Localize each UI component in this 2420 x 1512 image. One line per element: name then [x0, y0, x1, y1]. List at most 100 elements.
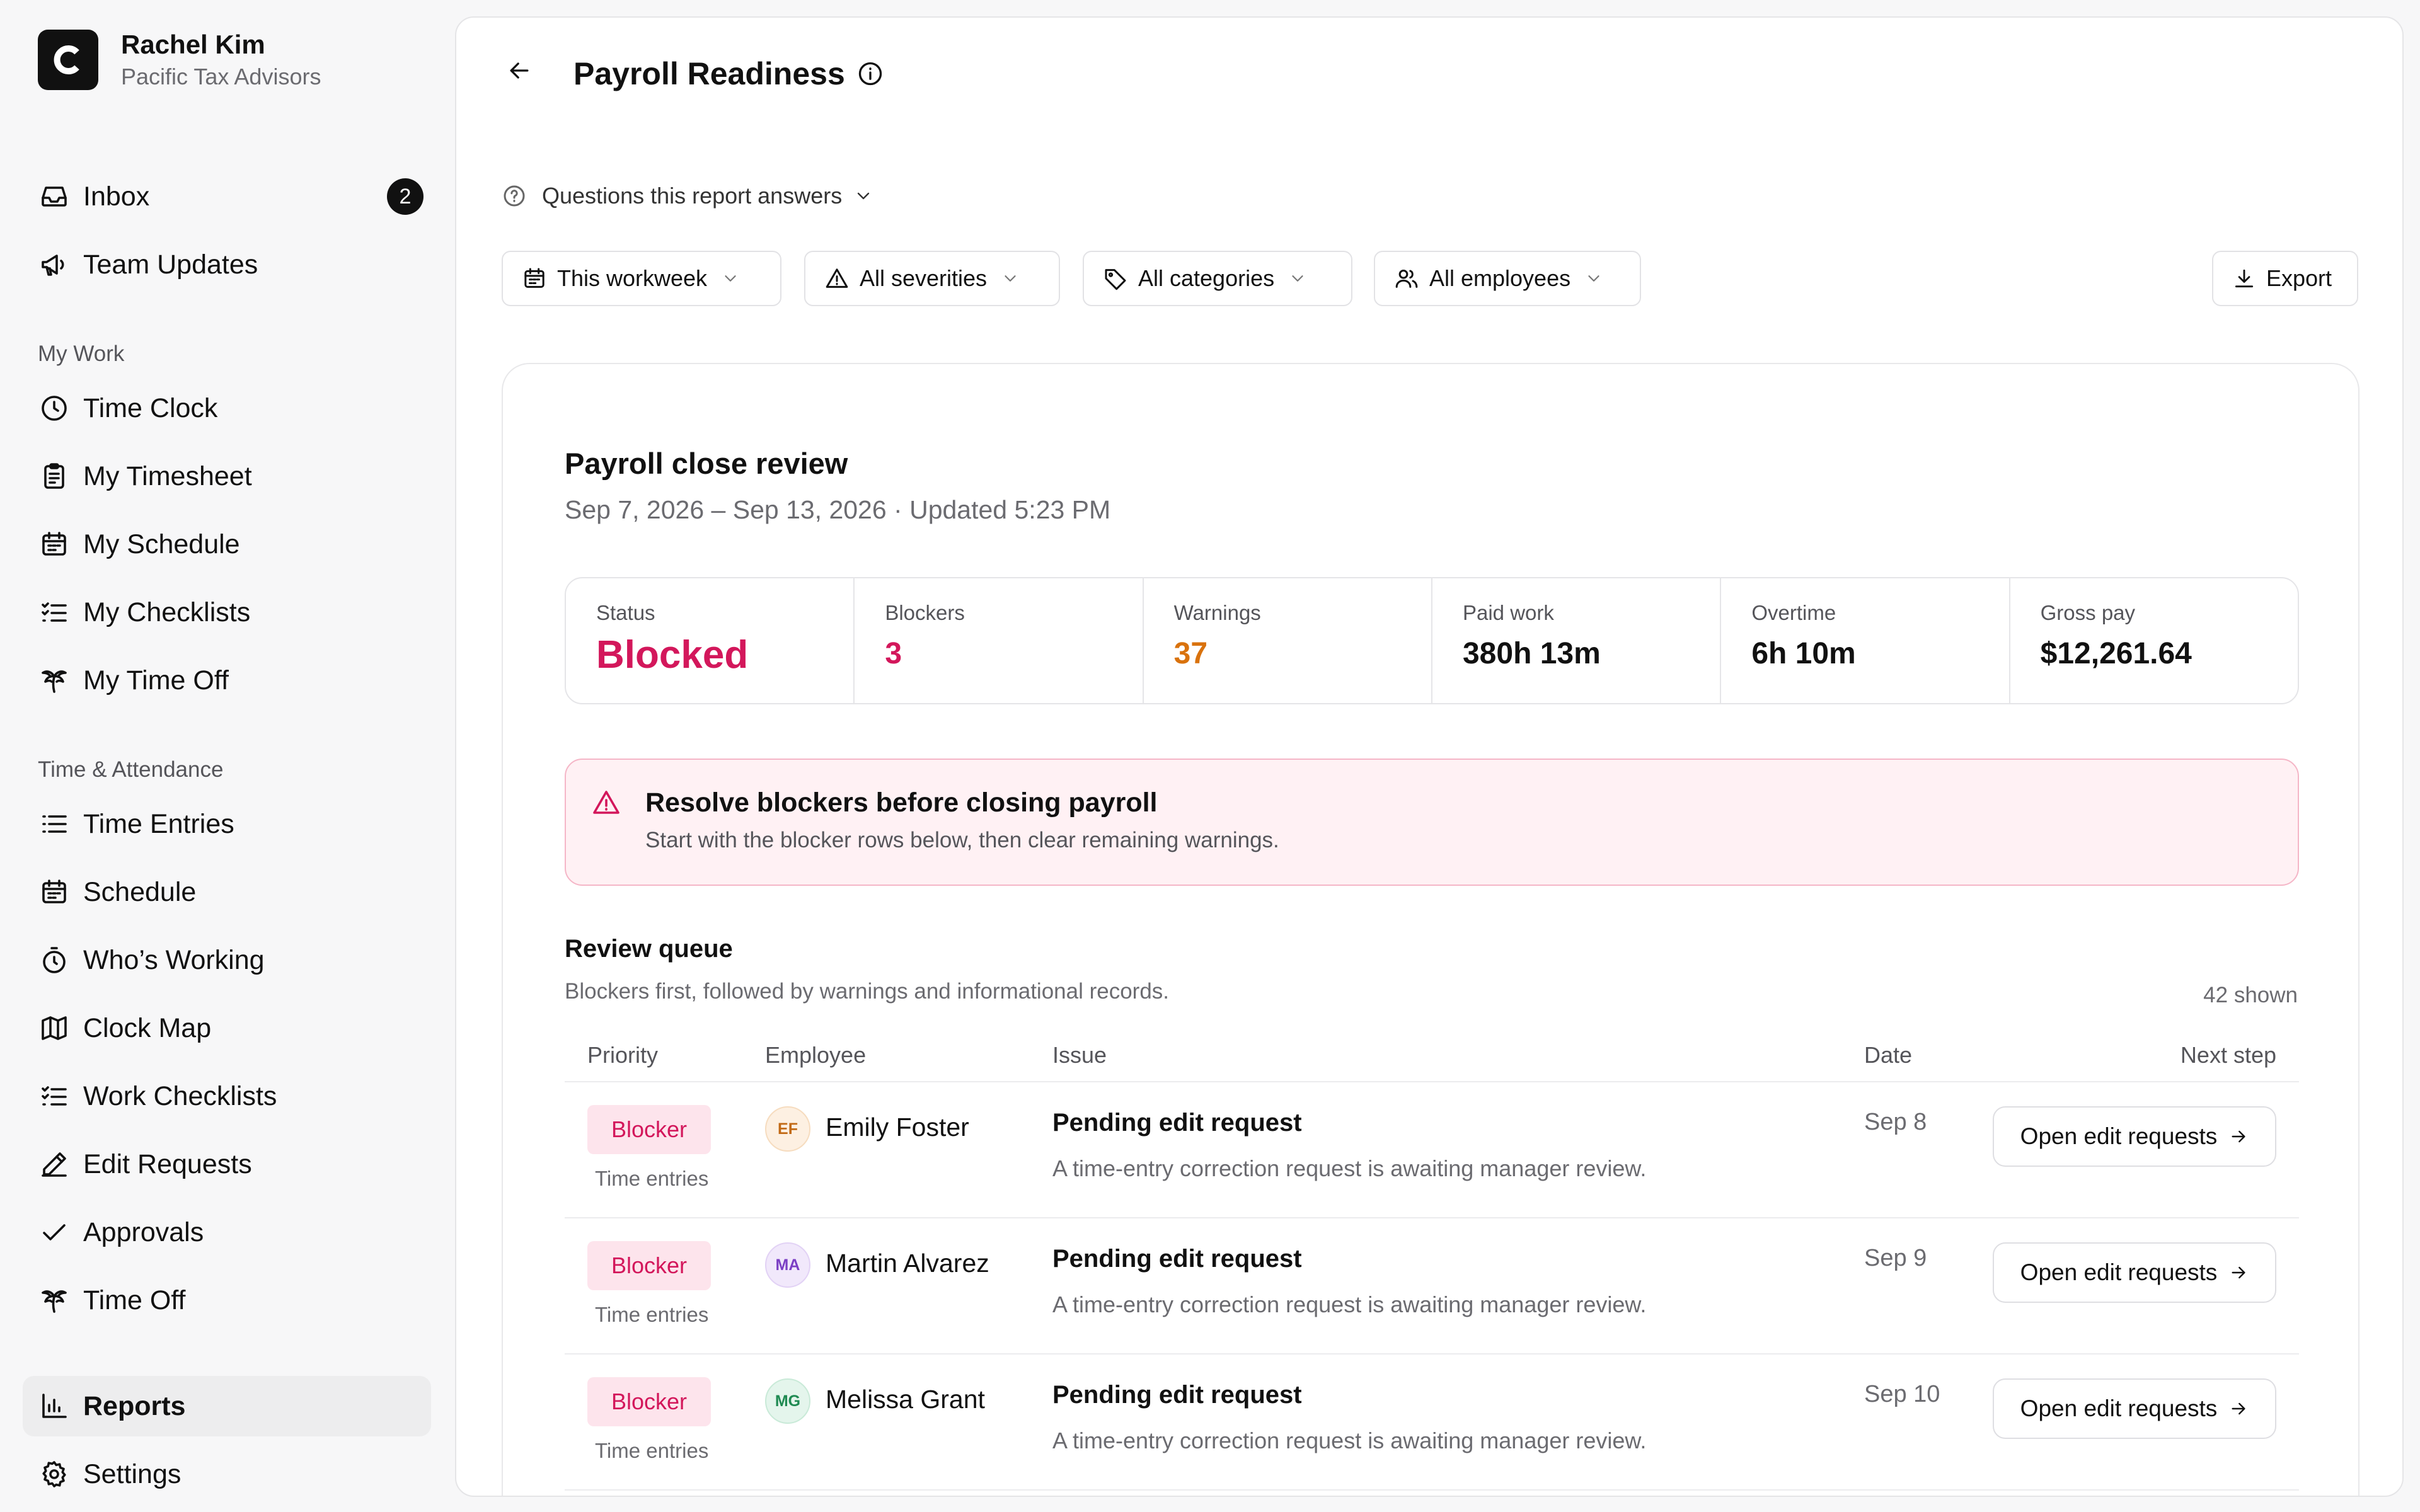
section-heading-time-attendance: Time & Attendance [38, 757, 224, 782]
arrow-right-icon [2217, 1399, 2249, 1419]
back-button[interactable] [502, 53, 537, 88]
stat-label: Paid work [1462, 601, 1554, 624]
nav-approvals[interactable]: Approvals [23, 1202, 431, 1263]
nav-label: My Time Off [83, 665, 229, 696]
checklist-icon [38, 1080, 71, 1113]
nav-my-time-off[interactable]: My Time Off [23, 650, 431, 711]
nav-time-clock[interactable]: Time Clock [23, 378, 431, 438]
column-header-employee[interactable]: Employee [765, 1042, 866, 1068]
section-heading-my-work: My Work [38, 341, 125, 366]
palm-tree-icon [38, 1284, 71, 1317]
stat-paid-work: Paid work 380h 13m [1432, 578, 1722, 703]
table-row[interactable]: Blocker Time entries EF Emily Foster Pen… [565, 1082, 2299, 1218]
arrow-left-icon [505, 57, 533, 84]
nav-label: Reports [83, 1390, 186, 1421]
filter-employees[interactable]: All employees [1374, 251, 1641, 306]
nav-time-off[interactable]: Time Off [23, 1270, 431, 1331]
export-label: Export [2266, 265, 2332, 291]
nav-inbox[interactable]: Inbox 2 [23, 166, 431, 227]
stat-label: Status [596, 601, 655, 624]
stat-label: Overtime [1751, 601, 1836, 624]
queue-subtitle: Blockers first, followed by warnings and… [565, 979, 1170, 1004]
priority-badge: Blocker [587, 1105, 711, 1154]
column-header-priority[interactable]: Priority [587, 1042, 658, 1068]
issue-title: Pending edit request [1052, 1381, 1302, 1409]
column-header-date[interactable]: Date [1864, 1042, 1912, 1068]
chevron-down-icon [1001, 269, 1020, 288]
questions-toggle[interactable]: Questions this report answers [502, 183, 889, 209]
org-name: Pacific Tax Advisors [121, 64, 321, 89]
employee-name: Martin Alvarez [826, 1249, 989, 1278]
tag-icon [1103, 266, 1128, 291]
users-icon [1394, 266, 1419, 291]
row-category: Time entries [595, 1167, 709, 1190]
open-edit-requests-button[interactable]: Open edit requests [1993, 1378, 2276, 1439]
stat-label: Warnings [1173, 601, 1261, 624]
stat-value: 3 [885, 637, 902, 670]
nav-label: Settings [83, 1458, 182, 1489]
nav-my-schedule[interactable]: My Schedule [23, 514, 431, 575]
calendar-icon [522, 266, 547, 291]
main-panel: Payroll Readiness Questions this report … [455, 16, 2404, 1497]
info-icon[interactable] [845, 60, 884, 88]
arrow-right-icon [2217, 1263, 2249, 1283]
avatar: EF [765, 1106, 810, 1152]
priority-badge: Blocker [587, 1377, 711, 1426]
checklist-icon [38, 596, 71, 629]
stat-label: Gross pay [2040, 601, 2136, 624]
employee-name: Emily Foster [826, 1113, 969, 1142]
nav-edit-requests[interactable]: Edit Requests [23, 1134, 431, 1194]
user-name: Rachel Kim [121, 30, 265, 59]
nav-my-checklists[interactable]: My Checklists [23, 582, 431, 643]
nav-reports[interactable]: Reports [23, 1376, 431, 1436]
button-label: Open edit requests [2020, 1259, 2218, 1285]
column-header-issue[interactable]: Issue [1052, 1042, 1107, 1068]
nav-work-checklists[interactable]: Work Checklists [23, 1066, 431, 1126]
issue-description: A time-entry correction request is await… [1052, 1292, 1647, 1317]
filter-label: This workweek [557, 265, 708, 291]
nav-whos-working[interactable]: Who’s Working [23, 930, 431, 990]
nav-settings[interactable]: Settings [23, 1444, 431, 1504]
table-row[interactable]: Blocker Time entries MA Martin Alvarez P… [565, 1218, 2299, 1354]
stopwatch-icon [38, 944, 71, 976]
filter-categories[interactable]: All categories [1083, 251, 1352, 306]
filter-severities[interactable]: All severities [804, 251, 1060, 306]
list-icon [38, 808, 71, 840]
nav-label: My Timesheet [83, 461, 252, 491]
help-circle-icon [502, 183, 542, 209]
row-date: Sep 10 [1864, 1381, 1940, 1407]
nav-label: Clock Map [83, 1012, 212, 1043]
nav-label: Who’s Working [83, 944, 265, 975]
workspace-switcher[interactable]: Rachel Kim Pacific Tax Advisors [38, 30, 321, 90]
stat-warnings: Warnings 37 [1144, 578, 1432, 703]
nav-label: Work Checklists [83, 1080, 277, 1111]
filter-workweek[interactable]: This workweek [502, 251, 781, 306]
calendar-icon [38, 528, 71, 561]
nav-label: Schedule [83, 876, 197, 907]
stat-value: 380h 13m [1462, 637, 1601, 670]
questions-label: Questions this report answers [542, 183, 843, 209]
nav-my-timesheet[interactable]: My Timesheet [23, 446, 431, 507]
row-date: Sep 9 [1864, 1245, 1927, 1271]
megaphone-icon [38, 248, 71, 281]
map-icon [38, 1012, 71, 1045]
calendar-icon [38, 876, 71, 908]
priority-badge: Blocker [587, 1241, 711, 1290]
open-edit-requests-button[interactable]: Open edit requests [1993, 1242, 2276, 1303]
nav-schedule[interactable]: Schedule [23, 862, 431, 922]
nav-label: Team Updates [83, 249, 258, 280]
row-date: Sep 8 [1864, 1109, 1927, 1135]
nav-team-updates[interactable]: Team Updates [23, 234, 431, 295]
chevron-down-icon [1288, 269, 1307, 288]
column-header-next-step[interactable]: Next step [2181, 1042, 2276, 1068]
table-row[interactable]: Blocker Time entries MG Melissa Grant Pe… [565, 1354, 2299, 1491]
row-category: Time entries [595, 1303, 709, 1326]
nav-label: Approvals [83, 1217, 204, 1247]
export-button[interactable]: Export [2212, 251, 2358, 306]
clock-icon [38, 392, 71, 425]
open-edit-requests-button[interactable]: Open edit requests [1993, 1106, 2276, 1167]
nav-time-entries[interactable]: Time Entries [23, 794, 431, 854]
issue-description: A time-entry correction request is await… [1052, 1428, 1647, 1453]
bar-chart-icon [38, 1390, 71, 1423]
nav-clock-map[interactable]: Clock Map [23, 998, 431, 1058]
